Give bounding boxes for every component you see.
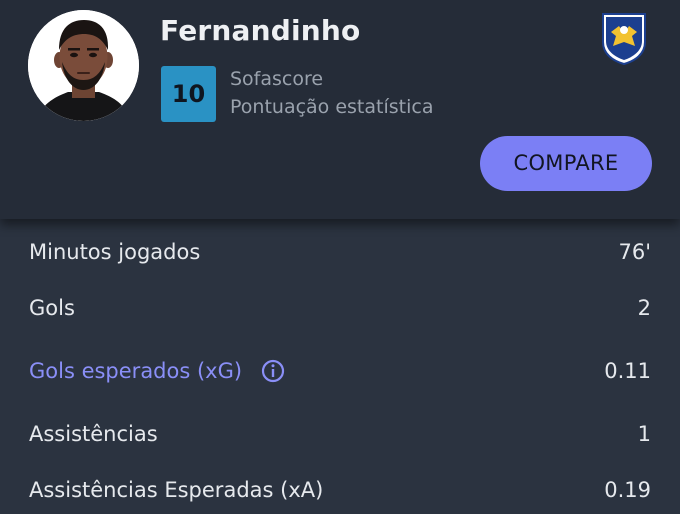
stat-value: 0.11 xyxy=(604,359,651,383)
rating-badge: 10 xyxy=(161,66,216,122)
player-avatar[interactable] xyxy=(28,10,139,121)
player-header: Fernandinho 10 Sofascore Pontuação estat… xyxy=(0,0,680,219)
stat-value: 0.19 xyxy=(604,478,651,502)
compare-button[interactable]: COMPARE xyxy=(480,136,652,191)
stat-row-assists: Assistências 1 xyxy=(0,419,680,449)
stat-label: Assistências Esperadas (xA) xyxy=(29,478,324,502)
stat-label: Gols xyxy=(29,296,75,320)
info-icon[interactable] xyxy=(261,359,285,383)
stat-value: 1 xyxy=(637,422,651,446)
stat-row-expected-assists: Assistências Esperadas (xA) 0.19 xyxy=(0,475,680,505)
stat-row-goals: Gols 2 xyxy=(0,293,680,323)
stat-value: 76' xyxy=(618,240,652,264)
player-name: Fernandinho xyxy=(160,14,361,47)
rating-label: Pontuação estatística xyxy=(230,96,434,118)
stat-label: Assistências xyxy=(29,422,158,446)
stat-label-link[interactable]: Gols esperados (xG) xyxy=(29,356,242,386)
rating-source: Sofascore xyxy=(230,68,324,90)
stat-label: Minutos jogados xyxy=(29,240,201,264)
player-photo xyxy=(28,10,139,121)
club-crest-icon[interactable] xyxy=(601,12,647,66)
stat-value: 2 xyxy=(637,296,651,320)
stat-row-minutes: Minutos jogados 76' xyxy=(0,237,680,267)
stat-row-expected-goals[interactable]: Gols esperados (xG) 0.11 xyxy=(0,356,680,386)
